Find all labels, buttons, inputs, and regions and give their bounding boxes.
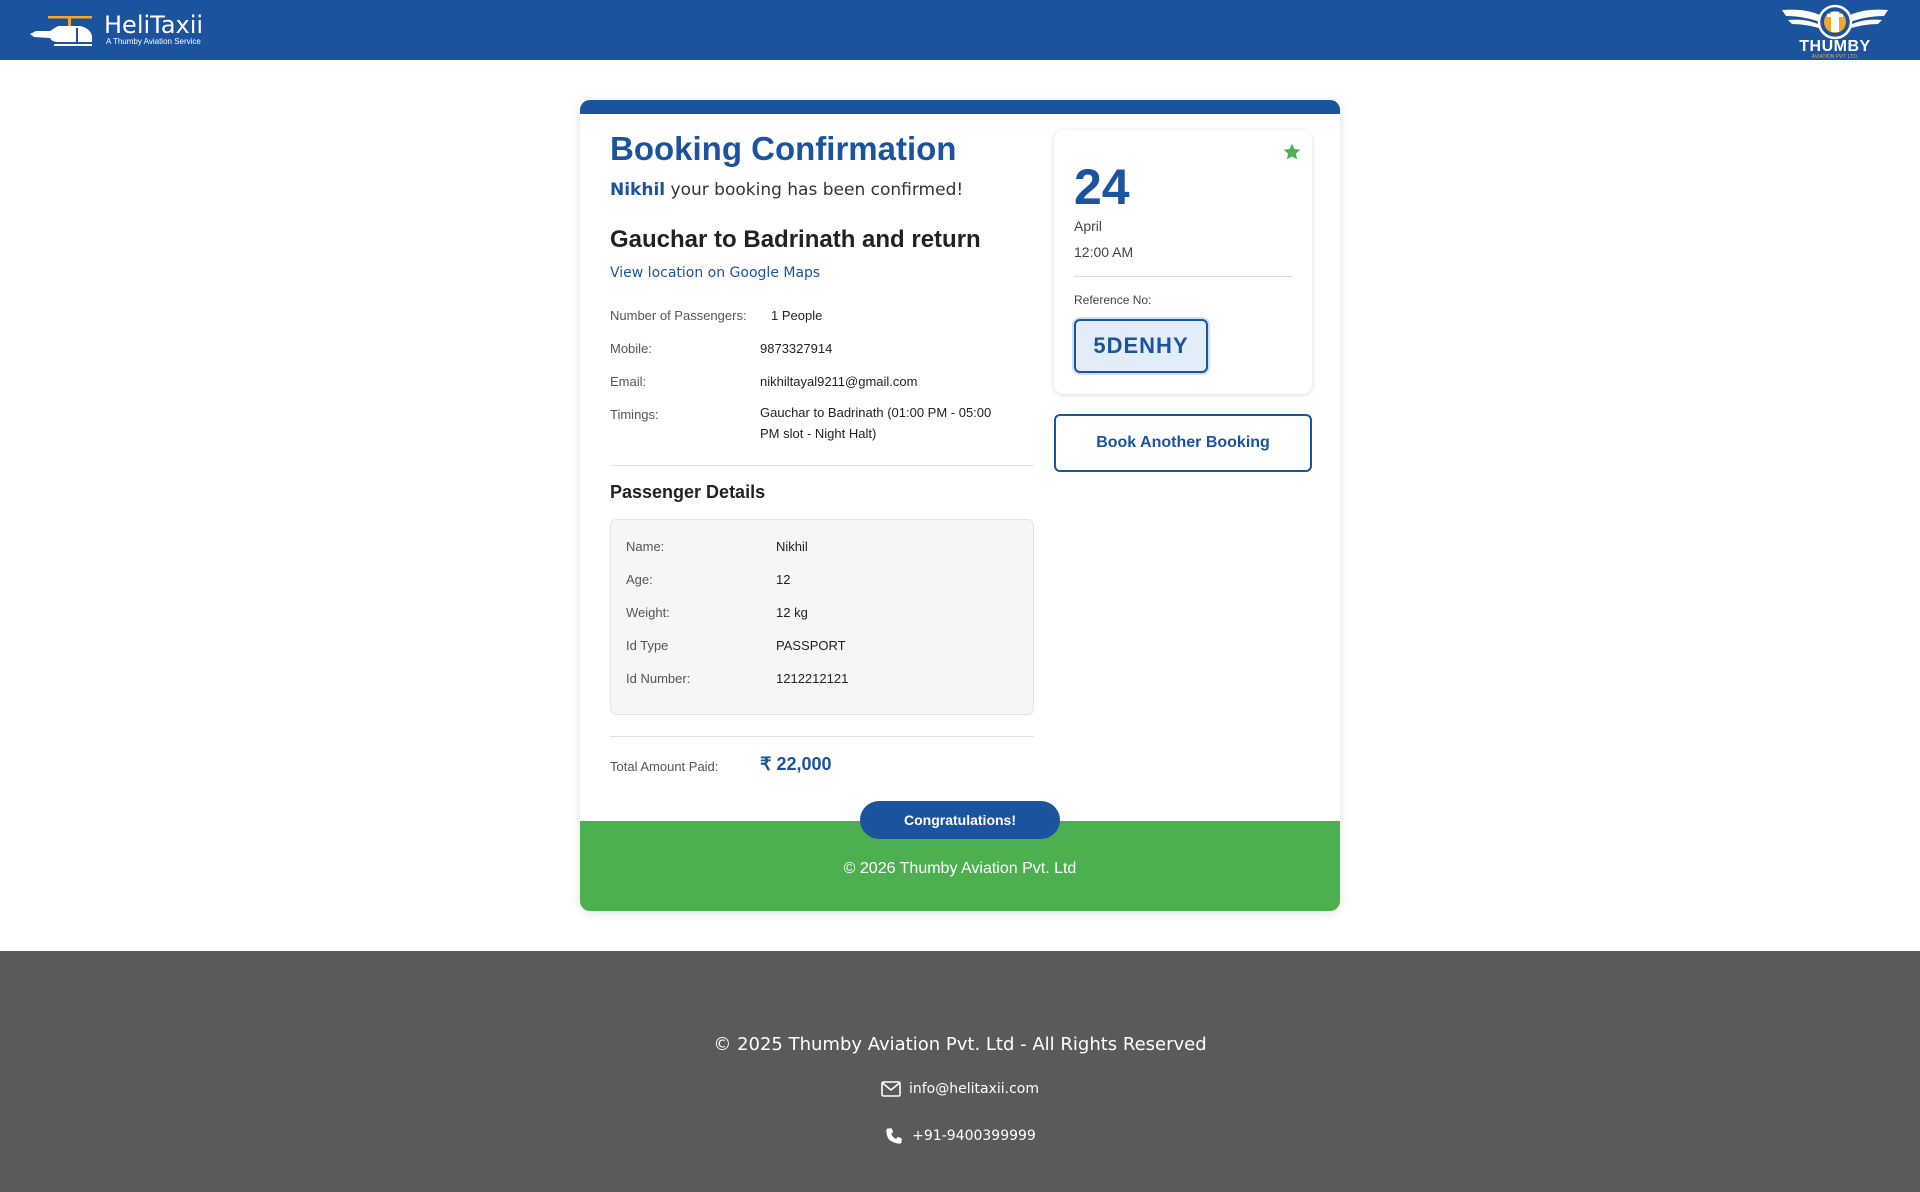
id-type-value: PASSPORT [776,638,846,653]
partner-logo-sub: AVIATION PVT. LTD. [1811,54,1859,60]
footer-email[interactable]: info@helitaxii.com [0,1080,1920,1098]
footer-phone-text[interactable]: +91-9400399999 [912,1128,1036,1144]
confirmation-message: Nikhil your booking has been confirmed! [610,180,963,200]
date-reference-panel: 24 April 12:00 AM Reference No: 5DENHY [1054,130,1312,394]
passenger-details-box: Name: Nikhil Age: 12 Weight: 12 kg Id Ty… [610,519,1034,715]
passengers-label: Number of Passengers: [610,308,747,323]
confirmation-text: your booking has been confirmed! [665,180,964,200]
top-navbar: HeliTaxii A Thumby Aviation Service THUM… [0,0,1920,60]
age-label: Age: [626,572,653,587]
reference-number: 5DENHY [1074,319,1208,373]
footer-copyright: © 2025 Thumby Aviation Pvt. Ltd - All Ri… [713,1034,1207,1055]
booking-day: 24 [1074,159,1130,215]
section-divider [610,736,1034,737]
section-divider [610,465,1034,466]
card-copyright: © 2026 Thumby Aviation Pvt. Ltd [843,860,1077,877]
age-value: 12 [776,572,791,587]
page-title: Booking Confirmation [610,130,957,167]
total-amount-value: ₹ 22,000 [760,754,832,774]
mobile-label: Mobile: [610,341,652,356]
congratulations-badge: Congratulations! [860,801,1060,839]
reference-label: Reference No: [1074,293,1152,307]
brand-tagline: A Thumby Aviation Service [106,37,201,46]
passengers-value: 1 People [771,308,823,323]
footer-phone[interactable]: +91-9400399999 [0,1127,1920,1145]
route-title: Gauchar to Badrinath and return [610,226,981,253]
id-number-value: 1212212121 [776,671,849,686]
google-maps-link[interactable]: View location on Google Maps [610,265,820,281]
phone-icon [886,1128,902,1144]
brand-name: HeliTaxii [104,11,204,39]
star-icon [1283,143,1301,160]
email-label: Email: [610,374,647,389]
mail-icon [881,1081,901,1097]
total-amount-label: Total Amount Paid: [610,759,719,774]
passenger-details-title: Passenger Details [610,482,766,502]
name-value: Nikhil [776,539,808,554]
timings-value: Gauchar to Badrinath (01:00 PM - 05:00 P… [760,405,992,441]
weight-label: Weight: [626,605,670,620]
panel-divider [1074,276,1292,277]
helicopter-icon [30,16,92,46]
customer-name: Nikhil [610,180,666,200]
timings-label: Timings: [610,407,659,422]
card-accent-bar [580,100,1340,114]
email-value: nikhiltayal9211@gmail.com [760,374,918,389]
id-type-label: Id Type [626,638,669,653]
book-another-button[interactable]: Book Another Booking [1054,414,1312,472]
id-number-label: Id Number: [626,671,691,686]
winged-emblem-icon [1782,4,1888,40]
booking-month: April [1074,218,1103,234]
weight-value: 12 kg [776,605,808,620]
booking-time: 12:00 AM [1074,244,1134,260]
name-label: Name: [626,539,665,554]
footer-email-text[interactable]: info@helitaxii.com [909,1081,1039,1097]
brand-logo[interactable]: HeliTaxii A Thumby Aviation Service [28,12,203,48]
partner-logo[interactable]: THUMBY AVIATION PVT. LTD. [1780,2,1890,60]
mobile-value: 9873327914 [760,341,833,356]
page-footer: © 2025 Thumby Aviation Pvt. Ltd - All Ri… [0,951,1920,1192]
booking-confirmation-card: Booking Confirmation Nikhil your booking… [580,100,1340,911]
